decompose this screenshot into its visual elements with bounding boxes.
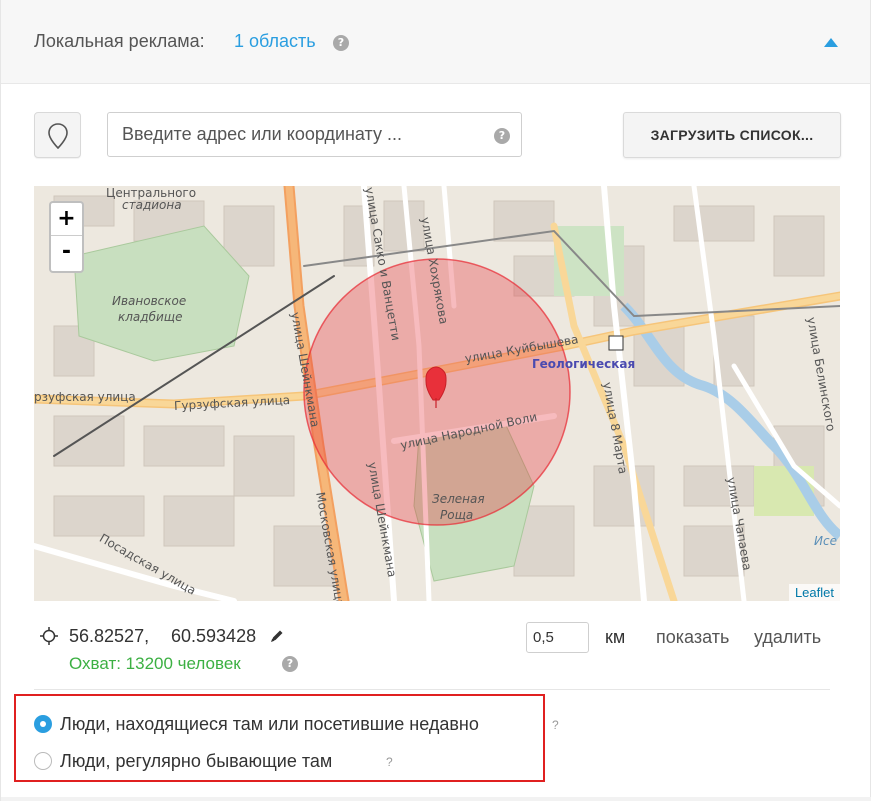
crosshair-icon — [40, 627, 58, 645]
map-label-cemetery-1: Ивановское — [112, 294, 187, 308]
show-link[interactable]: показать — [656, 627, 729, 648]
map-label-stadium: стадиона — [122, 198, 182, 212]
map-label-river: Исе — [814, 534, 837, 548]
map-pin-outline-icon — [48, 123, 68, 149]
divider — [34, 689, 830, 690]
panel-bottom-border — [1, 797, 871, 801]
audience-option-regular-label[interactable]: Люди, регулярно бывающие там — [60, 751, 332, 772]
map-label-gurzufskaya-left: рзуфская улица — [34, 390, 136, 404]
map-label-grove-1: Зеленая — [432, 492, 485, 506]
audience-option-recent-help[interactable]: ? — [552, 718, 559, 732]
latitude-value: 56.82527, — [69, 626, 150, 646]
longitude-value: 60.593428 — [171, 626, 257, 646]
zoom-out-button[interactable]: - — [51, 236, 82, 269]
zoom-control: + - — [49, 201, 84, 273]
map-label-geologicheskaya: Геологическая — [532, 357, 636, 371]
delete-link[interactable]: удалить — [754, 627, 821, 648]
local-ads-panel: Локальная реклама: 1 область ? ? ЗАГРУЗИ… — [0, 0, 871, 801]
question-circle-icon[interactable]: ? — [494, 128, 510, 144]
load-list-button[interactable]: ЗАГРУЗИТЬ СПИСОК... — [623, 112, 841, 158]
pencil-icon[interactable] — [270, 629, 284, 643]
audience-option-regular-help[interactable]: ? — [386, 755, 393, 769]
radius-input[interactable] — [526, 622, 589, 653]
header-title: Локальная реклама: — [34, 31, 205, 51]
question-circle-icon[interactable]: ? — [282, 656, 298, 672]
map-label-grove-2: Роща — [440, 508, 474, 522]
audience-option-recent-label[interactable]: Люди, находящиеся там или посетившие нед… — [60, 714, 479, 735]
address-search-input[interactable] — [107, 112, 522, 157]
reach-text: Охват: 13200 человек — [69, 654, 241, 673]
map-pin-button[interactable] — [34, 112, 81, 158]
zoom-in-button[interactable]: + — [51, 203, 82, 236]
panel-header[interactable]: Локальная реклама: 1 область ? — [1, 0, 870, 84]
question-circle-icon[interactable]: ? — [333, 35, 349, 51]
map-view[interactable]: Центрального стадиона Ивановское кладбищ… — [34, 186, 840, 601]
audience-radio-recent[interactable] — [34, 715, 52, 733]
audience-radio-regular[interactable] — [34, 752, 52, 770]
regions-link[interactable]: 1 область — [234, 31, 316, 52]
radius-unit: км — [605, 627, 626, 647]
map-label-cemetery-2: кладбище — [118, 310, 183, 324]
chevron-up-icon[interactable] — [824, 38, 838, 47]
leaflet-attribution-link[interactable]: Leaflet — [788, 584, 840, 601]
